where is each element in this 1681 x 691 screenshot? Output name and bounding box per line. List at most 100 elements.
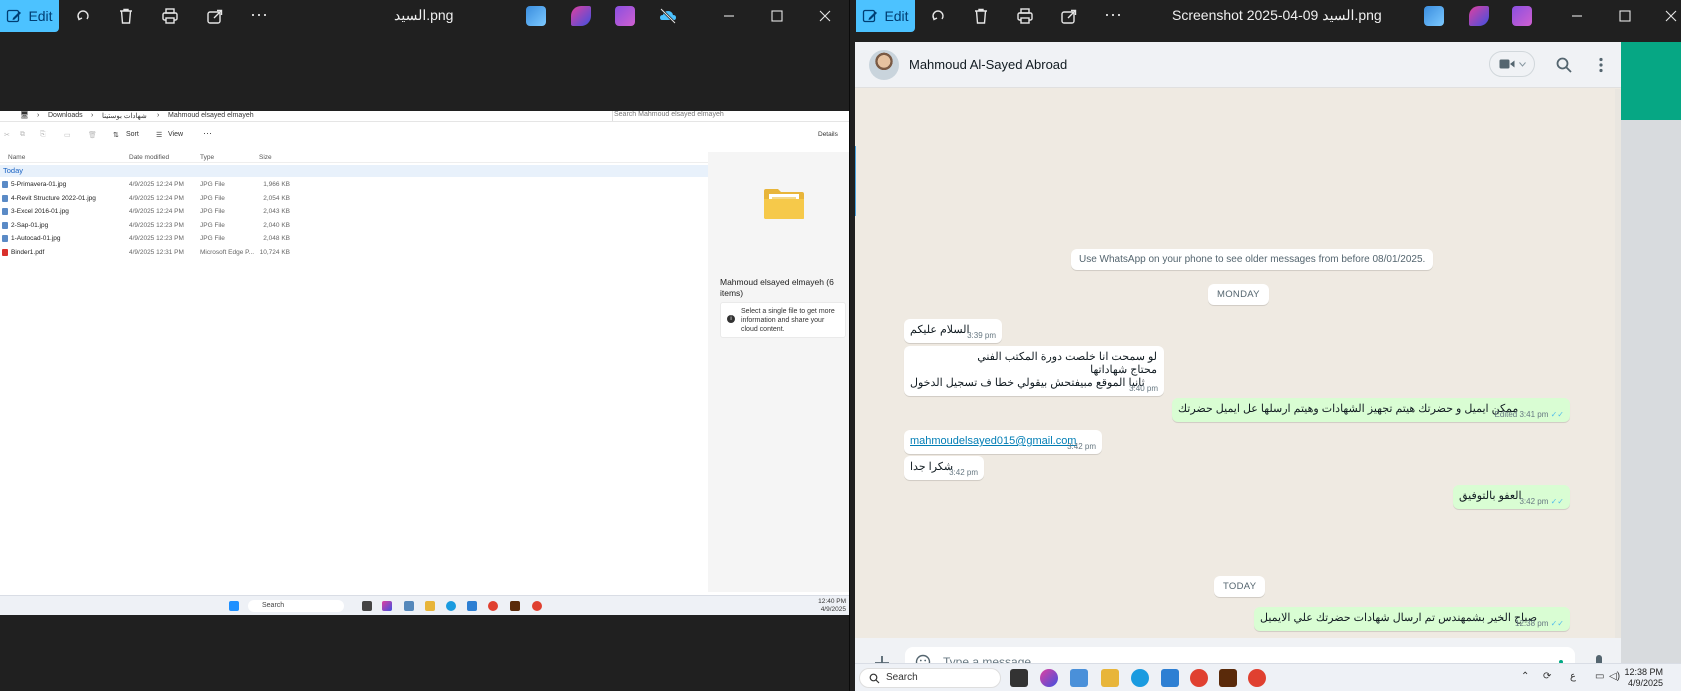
more-icon: ··· [203, 128, 212, 138]
side-panel-gray [1621, 120, 1681, 691]
more-options-icon[interactable]: ··· [249, 4, 269, 24]
col-type: Type [200, 154, 215, 161]
file-size: 2,048 KB [263, 235, 290, 242]
message-text: ممكن ايميل و حضرتك هيتم تجهيز الشهادات و… [1178, 403, 1519, 415]
taskbar-search: Search [859, 668, 1001, 688]
col-size: Size [259, 154, 272, 161]
maximize-icon[interactable] [767, 6, 787, 26]
message-bubble: العفو بالتوفيق 3:42 pm ✓✓ [1453, 485, 1570, 509]
message-meta: 3:42 pm ✓✓ [1519, 497, 1564, 506]
snip-icon [404, 601, 414, 611]
message-text: السلام عليكم [910, 324, 970, 336]
clock-date: 4/9/2025 [1627, 678, 1663, 688]
message-time: 3:40 pm [1129, 384, 1158, 393]
illustrator-icon [1219, 669, 1237, 687]
details-pane: Mahmoud elsayed elmayeh (6 items) i Sele… [708, 152, 850, 592]
email-link[interactable]: mahmoudelsayed015@gmail.com [910, 434, 1076, 448]
screenshot-taskbar-right: Search ⌃ ⟳ ع ▭ ◁) 12:38 PM 4/9/2025 [855, 663, 1681, 691]
clipchamp-app-icon[interactable] [615, 6, 635, 26]
share-icon[interactable] [1059, 6, 1079, 26]
day-separator-monday: MONDAY [1208, 284, 1269, 305]
designer-app-icon[interactable] [526, 6, 546, 26]
delete-icon[interactable] [116, 6, 136, 26]
file-type: JPG File [200, 194, 225, 202]
file-type: JPG File [200, 221, 225, 229]
message-time: 3:42 pm [1067, 442, 1096, 451]
address-bar: 🖥 › Downloads › شهادات بوستينا › Mahmoud… [0, 111, 850, 122]
day-separator-today: TODAY [1214, 576, 1266, 597]
file-row[interactable]: 5-Primavera-01.jpg 4/9/2025 12:24 PM JPG F… [0, 179, 300, 191]
close-icon[interactable] [1661, 6, 1681, 26]
file-type: JPG File [200, 235, 225, 242]
share-icon[interactable] [205, 6, 225, 26]
delete-icon: 🗑 [88, 132, 97, 139]
tray-chevron-icon: ⌃ [1521, 671, 1530, 682]
breadcrumb-separator: › [37, 112, 40, 119]
file-row[interactable]: 4-Revit Structure 2022-01.jpg 4/9/2025 12… [0, 193, 300, 205]
file-row[interactable]: 1-Autocad-01.jpg 4/9/2025 12:23 PM JPG Fil… [0, 233, 300, 245]
copilot-icon [1040, 669, 1058, 687]
taskbar-search-label: Search [886, 672, 918, 683]
details-info-text: Select a single file to get more informa… [741, 308, 835, 333]
screenshot-taskbar: Search 12:40 PM 4/9/2025 [0, 595, 850, 615]
message-text: محتاج شهاداتها [1090, 364, 1157, 376]
file-date: 4/9/2025 12:23 PM [129, 235, 184, 242]
edit-image-icon [863, 9, 878, 23]
message-time: 12:38 pm [1515, 619, 1549, 628]
file-row[interactable]: 3-Excel 2016-01.jpg 4/9/2025 12:24 PM JPG … [0, 206, 300, 218]
image-file-icon [2, 181, 8, 188]
read-ticks-icon: ✓✓ [1550, 497, 1564, 506]
edit-button-label: Edit [884, 8, 909, 24]
clock-time: 12:38 PM [1624, 667, 1663, 677]
designer-app-icon[interactable] [1424, 6, 1444, 26]
message-text: صباح الخير بشمهندس تم ارسال شهادات حضرتك… [1260, 612, 1538, 624]
more-options-icon[interactable]: ··· [1103, 4, 1123, 24]
chrome-icon [1190, 669, 1208, 687]
close-icon[interactable] [815, 6, 835, 26]
onedrive-off-icon[interactable] [658, 6, 678, 26]
taskbar-clock: 12:38 PM 4/9/2025 [1624, 667, 1663, 689]
message-text: العفو بالتوفيق [1459, 490, 1522, 502]
edit-button[interactable]: Edit [0, 0, 59, 32]
taskbar-search: Search [248, 600, 344, 612]
minimize-icon[interactable] [719, 6, 739, 26]
message-time: 3:39 pm [967, 331, 996, 340]
copilot-app-icon[interactable] [571, 6, 591, 26]
start-icon [229, 601, 239, 611]
chat-area: Use WhatsApp on your phone to see older … [855, 89, 1621, 638]
minimize-icon[interactable] [1567, 6, 1587, 26]
message-bubble: شكرا جدا 3:42 pm [904, 456, 984, 480]
rotate-icon[interactable] [73, 6, 93, 26]
delete-icon[interactable] [971, 6, 991, 26]
file-type: Microsoft Edge P... [200, 248, 255, 256]
file-size: 2,043 KB [263, 208, 290, 215]
message-meta: Edited 3:41 pm ✓✓ [1495, 410, 1564, 419]
cut-icon: ✂ [4, 132, 10, 139]
edit-button[interactable]: Edit [856, 0, 915, 32]
copilot-app-icon[interactable] [1469, 6, 1489, 26]
video-call-button [1489, 51, 1535, 77]
copy-icon: ⧉ [20, 131, 25, 138]
print-icon[interactable] [160, 6, 180, 26]
file-date: 4/9/2025 12:24 PM [129, 208, 184, 215]
print-icon[interactable] [1015, 6, 1035, 26]
email-link-text[interactable]: mahmoudelsayed015@gmail.com [910, 435, 1076, 447]
clipchamp-app-icon[interactable] [1512, 6, 1532, 26]
search-icon [1556, 57, 1572, 73]
read-ticks-icon: ✓✓ [1550, 410, 1564, 419]
rotate-icon[interactable] [928, 6, 948, 26]
language-indicator: ع [1570, 671, 1576, 682]
message-bubble: السلام عليكم 3:39 pm [904, 319, 1002, 343]
photos-toolbar-left: Edit ··· السيد.png [0, 0, 850, 32]
maximize-icon[interactable] [1615, 6, 1635, 26]
chrome-icon [488, 601, 498, 611]
file-type: JPG File [200, 181, 225, 188]
chrome-icon [1248, 669, 1266, 687]
volume-icon: ◁) [1609, 671, 1621, 682]
file-row[interactable]: Binder1.pdf 4/9/2025 12:31 PM Microsoft Ed… [0, 247, 300, 259]
chat-scrollbar [1615, 89, 1621, 638]
command-bar: ✂ ⧉ ⎘ ▭ 🗑 ⇅ Sort ☰ View ··· Details [0, 127, 850, 143]
image-file-icon [2, 208, 8, 215]
message-bubble: لو سمحت انا خلصت دورة المكتب الفني محتاج… [904, 346, 1164, 396]
file-row[interactable]: 2-Sap-01.jpg 4/9/2025 12:23 PM JPG File 2,0… [0, 220, 300, 232]
